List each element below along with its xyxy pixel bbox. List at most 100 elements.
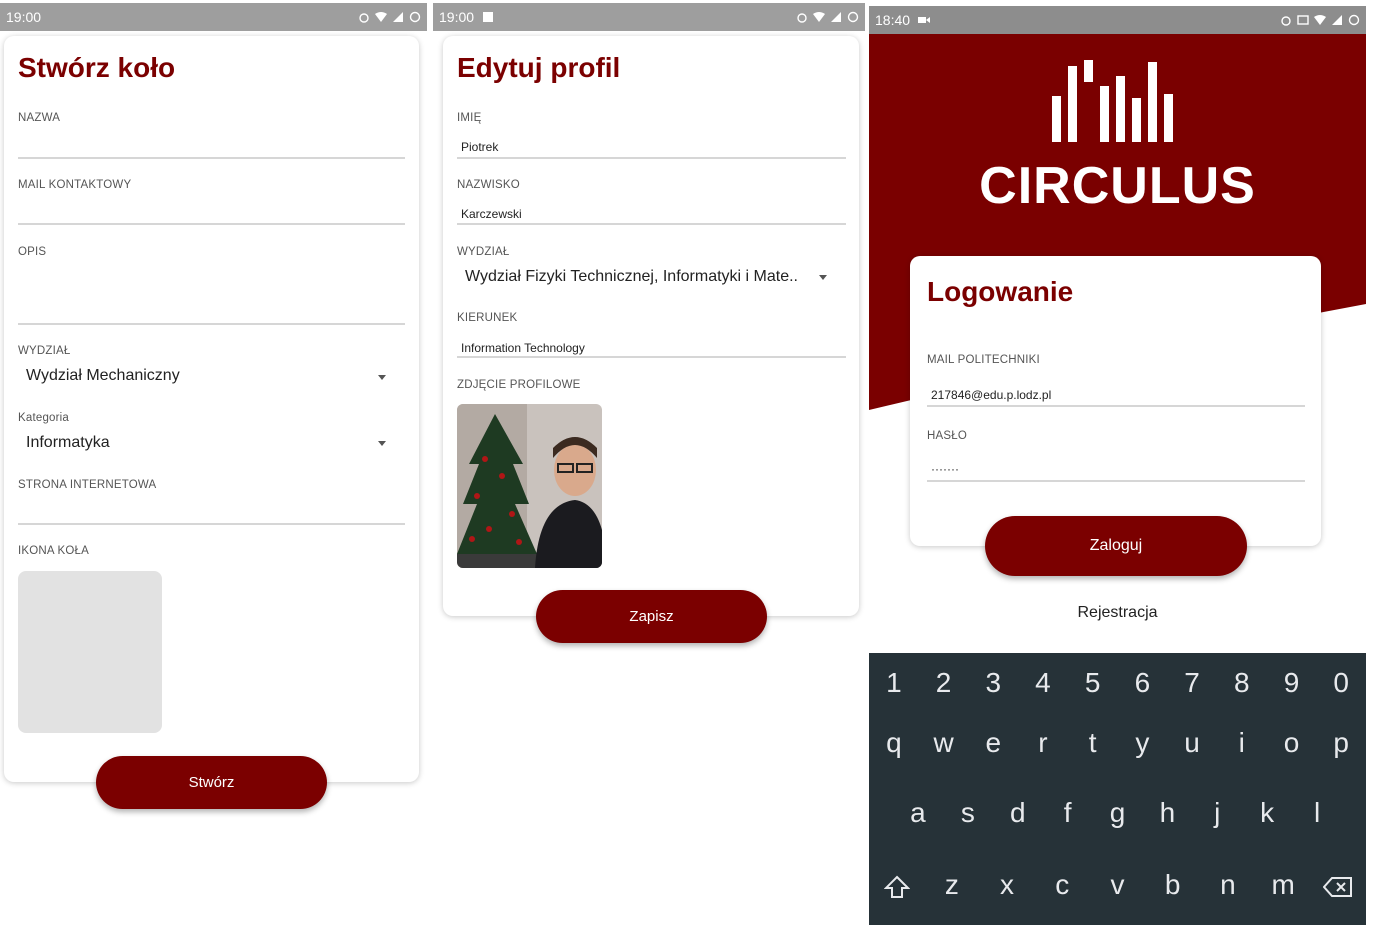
key[interactable]: v bbox=[1090, 869, 1145, 901]
create-button[interactable]: Stwórz bbox=[96, 756, 327, 809]
create-circle-card: Stwórz koło NAZWA MAIL KONTAKTOWY OPIS W… bbox=[4, 36, 419, 782]
cast-icon bbox=[1297, 14, 1309, 26]
key[interactable]: q bbox=[869, 727, 919, 759]
keyboard-row-numbers: 1 2 3 4 5 6 7 8 9 0 bbox=[869, 667, 1366, 699]
key[interactable]: y bbox=[1118, 727, 1168, 759]
shift-icon[interactable] bbox=[869, 869, 924, 901]
alarm-icon bbox=[796, 11, 808, 23]
name-label: NAZWA bbox=[18, 112, 61, 124]
login-button[interactable]: Zaloguj bbox=[985, 516, 1247, 576]
alarm-icon bbox=[1280, 14, 1292, 26]
first-name-underline bbox=[457, 157, 846, 159]
edit-profile-card: Edytuj profil IMIĘ Piotrek NAZWISKO Karc… bbox=[443, 36, 859, 616]
last-name-input[interactable]: Karczewski bbox=[461, 207, 522, 221]
key[interactable]: r bbox=[1018, 727, 1068, 759]
login-card: Logowanie MAIL POLITECHNIKI 217846@edu.p… bbox=[910, 256, 1321, 546]
icon-label: IKONA KOŁA bbox=[18, 545, 90, 557]
key[interactable]: 0 bbox=[1316, 667, 1366, 699]
key[interactable]: u bbox=[1167, 727, 1217, 759]
key[interactable]: 1 bbox=[869, 667, 919, 699]
signal-icon bbox=[1331, 14, 1343, 26]
name-input[interactable] bbox=[18, 157, 405, 159]
video-camera-icon bbox=[918, 14, 931, 26]
status-bar: 18:40 bbox=[869, 6, 1366, 34]
key[interactable]: 7 bbox=[1167, 667, 1217, 699]
password-underline bbox=[927, 480, 1305, 482]
key[interactable]: b bbox=[1145, 869, 1200, 901]
faculty-label: WYDZIAŁ bbox=[457, 246, 510, 258]
key[interactable]: w bbox=[919, 727, 969, 759]
description-label: OPIS bbox=[18, 246, 47, 258]
key[interactable]: 3 bbox=[968, 667, 1018, 699]
status-time: 18:40 bbox=[875, 12, 911, 28]
key[interactable]: 5 bbox=[1068, 667, 1118, 699]
faculty-select[interactable]: Wydział Fizyki Technicznej, Informatyki … bbox=[465, 268, 798, 286]
key[interactable]: x bbox=[979, 869, 1034, 901]
chevron-down-icon[interactable] bbox=[378, 375, 386, 380]
image-notification-icon bbox=[482, 11, 494, 23]
email-underline bbox=[927, 405, 1305, 407]
key[interactable]: n bbox=[1200, 869, 1255, 901]
major-input[interactable]: Information Technology bbox=[461, 341, 585, 355]
key[interactable]: 9 bbox=[1267, 667, 1317, 699]
key[interactable]: i bbox=[1217, 727, 1267, 759]
key[interactable]: l bbox=[1292, 797, 1342, 829]
password-label: HASŁO bbox=[927, 430, 967, 442]
create-circle-screen: 19:00 Stwórz koło NAZWA MAIL KONTAKTOWY … bbox=[0, 0, 427, 931]
logo-icon bbox=[1052, 60, 1173, 142]
photo-label: ZDJĘCIE PROFILOWE bbox=[457, 379, 581, 391]
edit-profile-screen: 19:00 Edytuj profil IMIĘ Piotrek NAZWISK… bbox=[433, 0, 865, 931]
wifi-icon bbox=[813, 11, 825, 23]
login-screen: 18:40 CIRCULUS Logowanie MAIL POLITECHNI… bbox=[869, 0, 1366, 925]
faculty-label: WYDZIAŁ bbox=[18, 345, 71, 357]
key[interactable]: p bbox=[1316, 727, 1366, 759]
key[interactable]: g bbox=[1093, 797, 1143, 829]
email-input[interactable]: 217846@edu.p.lodz.pl bbox=[931, 388, 1051, 402]
faculty-select[interactable]: Wydział Mechaniczny bbox=[26, 367, 180, 385]
description-input[interactable] bbox=[18, 323, 405, 325]
key[interactable]: c bbox=[1035, 869, 1090, 901]
profile-photo[interactable] bbox=[457, 404, 602, 568]
mail-input[interactable] bbox=[18, 223, 405, 225]
key[interactable]: z bbox=[924, 869, 979, 901]
category-select[interactable]: Informatyka bbox=[26, 434, 110, 452]
brand-logo-text: CIRCULUS bbox=[979, 157, 1256, 215]
key[interactable]: f bbox=[1043, 797, 1093, 829]
major-label: KIERUNEK bbox=[457, 312, 518, 324]
key[interactable]: a bbox=[893, 797, 943, 829]
key[interactable]: 4 bbox=[1018, 667, 1068, 699]
keyboard-row-top: q w e r t y u i o p bbox=[869, 727, 1366, 759]
key[interactable]: 2 bbox=[919, 667, 969, 699]
alarm-icon bbox=[358, 11, 370, 23]
chevron-down-icon[interactable] bbox=[819, 275, 827, 280]
wifi-icon bbox=[375, 11, 387, 23]
chevron-down-icon[interactable] bbox=[378, 441, 386, 446]
signal-icon bbox=[392, 11, 404, 23]
register-link[interactable]: Rejestracja bbox=[869, 604, 1366, 622]
key[interactable]: 8 bbox=[1217, 667, 1267, 699]
key[interactable]: 6 bbox=[1118, 667, 1168, 699]
key[interactable]: k bbox=[1242, 797, 1292, 829]
wifi-icon bbox=[1314, 14, 1326, 26]
key[interactable]: h bbox=[1142, 797, 1192, 829]
backspace-icon[interactable] bbox=[1311, 869, 1366, 901]
status-time: 19:00 bbox=[439, 9, 475, 25]
battery-icon bbox=[847, 11, 859, 23]
key[interactable]: j bbox=[1192, 797, 1242, 829]
key[interactable]: t bbox=[1068, 727, 1118, 759]
password-input[interactable]: ······· bbox=[931, 462, 959, 476]
save-button[interactable]: Zapisz bbox=[536, 590, 767, 643]
email-label: MAIL POLITECHNIKI bbox=[927, 354, 1040, 366]
key[interactable]: e bbox=[968, 727, 1018, 759]
status-bar: 19:00 bbox=[0, 3, 427, 31]
key[interactable]: o bbox=[1267, 727, 1317, 759]
key[interactable]: s bbox=[943, 797, 993, 829]
page-title: Edytuj profil bbox=[457, 52, 621, 83]
website-label: STRONA INTERNETOWA bbox=[18, 479, 157, 491]
category-label: Kategoria bbox=[18, 412, 70, 424]
website-input[interactable] bbox=[18, 523, 405, 525]
circle-icon-picker[interactable] bbox=[18, 571, 162, 733]
key[interactable]: d bbox=[993, 797, 1043, 829]
key[interactable]: m bbox=[1256, 869, 1311, 901]
first-name-input[interactable]: Piotrek bbox=[461, 140, 498, 154]
